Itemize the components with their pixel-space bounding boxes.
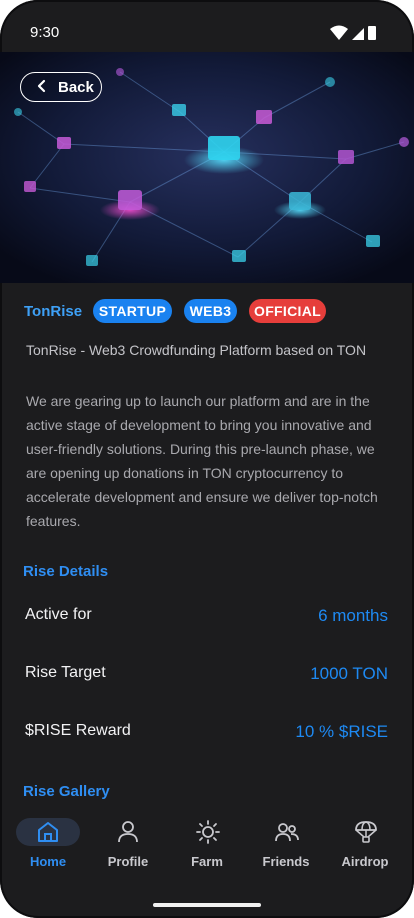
project-name: TonRise [24,303,83,320]
project-description: We are gearing up to launch our platform… [26,393,378,529]
battery-icon [368,26,376,40]
tab-label: Airdrop [341,854,389,869]
tab-label: Profile [107,854,149,869]
sun-icon [196,820,220,844]
user-icon [118,821,138,843]
detail-row-rise-target: Rise Target 1000 TON [25,664,388,686]
back-button[interactable]: Back [20,72,102,102]
status-time: 9:30 [30,24,60,41]
detail-label: Active for [25,606,92,623]
tag-startup: STARTUP [93,299,172,323]
parachute-icon [355,821,377,843]
tab-home[interactable]: Home [8,808,88,878]
chevron-left-icon [37,79,46,93]
tab-label: Home [29,854,67,869]
rise-gallery-title: Rise Gallery [23,783,110,800]
detail-value: 10 % $RISE [295,722,388,741]
home-icon [38,822,58,842]
detail-row-rise-reward: $RISE Reward 10 % $RISE [25,722,388,744]
tab-profile[interactable]: Profile [88,808,168,878]
status-icons [330,25,376,40]
tab-label: Farm [191,854,223,869]
bottom-tab-bar: Home Profile Farm Friends Airdrop [0,808,414,888]
tab-airdrop[interactable]: Airdrop [325,808,405,878]
app-screen: 9:30 Back TonRise STARTUP WEB3 OFFICIAL … [0,0,414,918]
signal-icon [352,28,364,40]
tab-label: Friends [262,854,310,869]
users-icon [275,823,299,842]
rise-details-title: Rise Details [23,563,109,580]
detail-row-active-for: Active for 6 months [25,606,388,628]
tab-farm[interactable]: Farm [167,808,247,878]
detail-label: Rise Target [25,664,106,681]
tag-web3: WEB3 [184,299,237,323]
tab-icon-wrap [96,818,160,846]
tab-icon-wrap [333,818,397,846]
project-subtitle: TonRise - Web3 Crowdfunding Platform bas… [26,342,367,358]
detail-label: $RISE Reward [25,722,131,739]
wifi-icon [330,25,348,40]
tab-friends[interactable]: Friends [246,808,326,878]
tab-icon-wrap [254,818,318,846]
tab-icon-highlight [16,818,80,846]
back-label: Back [58,79,94,96]
detail-value: 6 months [318,606,388,625]
status-bar: 9:30 [0,0,414,52]
detail-value: 1000 TON [310,664,388,683]
tag-official: OFFICIAL [249,299,326,323]
tab-icon-wrap [175,818,239,846]
home-indicator [153,903,261,907]
